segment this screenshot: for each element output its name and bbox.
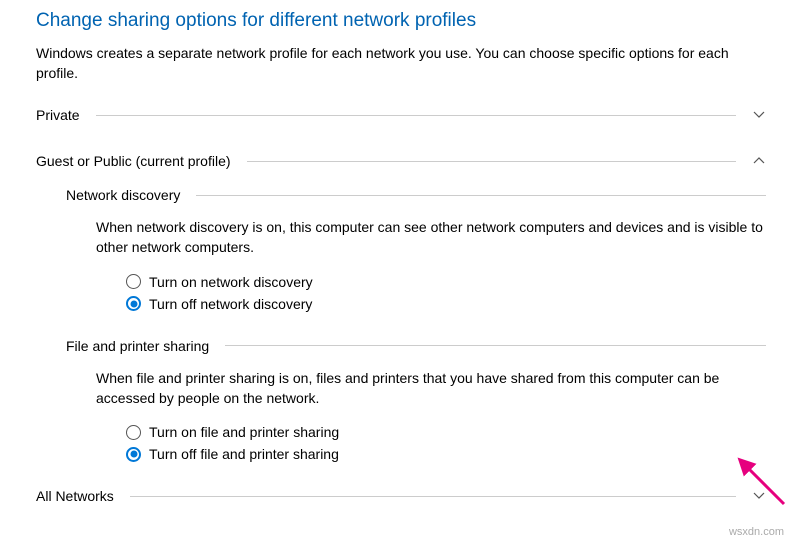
file-printer-explain: When file and printer sharing is on, fil… (96, 368, 766, 409)
section-all-networks[interactable]: All Networks (36, 488, 766, 504)
subheading-label: File and printer sharing (66, 338, 209, 354)
subheading-network-discovery: Network discovery (66, 187, 766, 203)
divider (196, 195, 766, 196)
subsection-network-discovery: Network discovery When network discovery… (66, 187, 766, 312)
section-private-label: Private (36, 107, 80, 123)
radio-icon (126, 296, 141, 311)
section-private[interactable]: Private (36, 107, 766, 123)
chevron-down-icon (752, 489, 766, 503)
radio-file-printer-on[interactable]: Turn on file and printer sharing (126, 424, 766, 440)
radio-label: Turn on file and printer sharing (149, 424, 339, 440)
radio-network-discovery-off[interactable]: Turn off network discovery (126, 296, 766, 312)
chevron-down-icon (752, 108, 766, 122)
radio-icon (126, 425, 141, 440)
section-all-networks-label: All Networks (36, 488, 114, 504)
radio-label: Turn on network discovery (149, 274, 313, 290)
radio-label: Turn off file and printer sharing (149, 446, 339, 462)
subheading-file-printer: File and printer sharing (66, 338, 766, 354)
section-guest-label: Guest or Public (current profile) (36, 153, 231, 169)
radio-file-printer-off[interactable]: Turn off file and printer sharing (126, 446, 766, 462)
radio-label: Turn off network discovery (149, 296, 312, 312)
divider (96, 115, 736, 116)
radio-icon (126, 447, 141, 462)
page-title: Change sharing options for different net… (36, 10, 766, 32)
radio-network-discovery-on[interactable]: Turn on network discovery (126, 274, 766, 290)
divider (247, 161, 736, 162)
section-guest-public[interactable]: Guest or Public (current profile) (36, 153, 766, 169)
radio-icon (126, 274, 141, 289)
divider (130, 496, 736, 497)
chevron-up-icon (752, 154, 766, 168)
subsection-file-printer-sharing: File and printer sharing When file and p… (66, 338, 766, 463)
watermark: wsxdn.com (729, 526, 784, 538)
network-discovery-explain: When network discovery is on, this compu… (96, 217, 766, 258)
page-description: Windows creates a separate network profi… (36, 44, 766, 83)
subheading-label: Network discovery (66, 187, 180, 203)
divider (225, 345, 766, 346)
